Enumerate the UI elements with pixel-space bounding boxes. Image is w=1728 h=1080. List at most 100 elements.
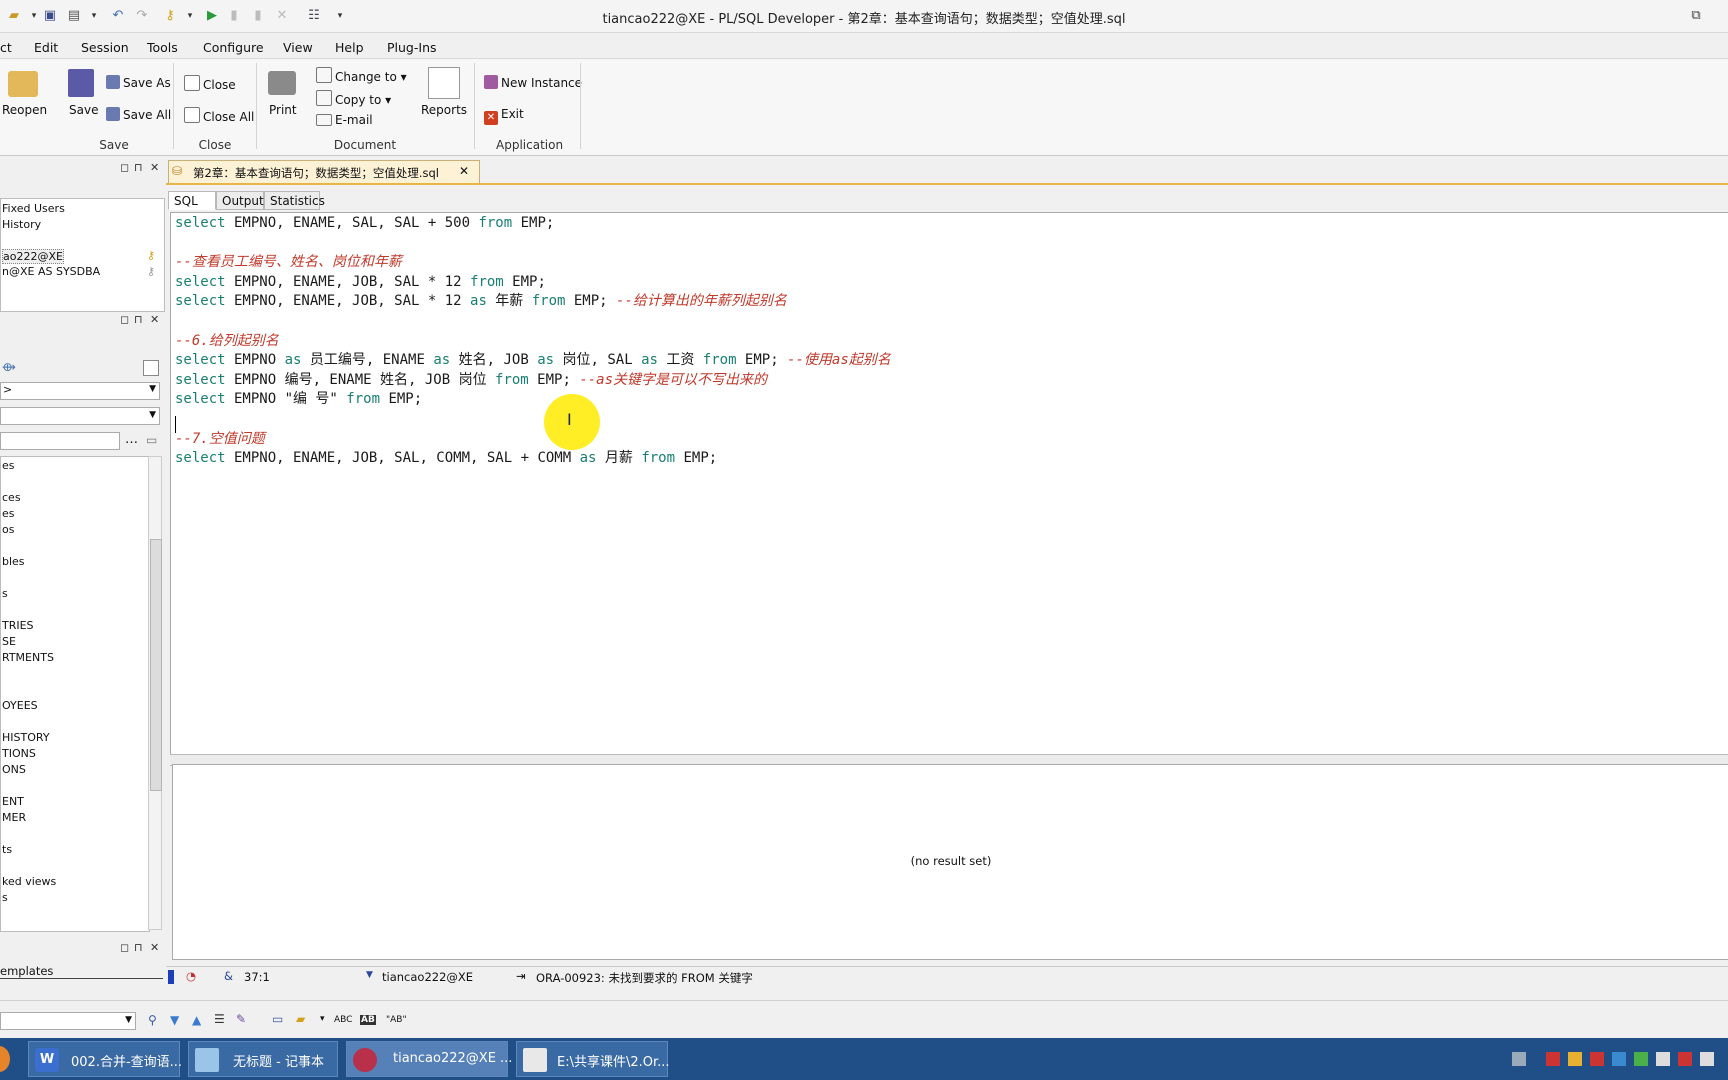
tree-item[interactable]: ONS [2,763,26,776]
tree-item[interactable]: MER [2,811,26,824]
save-as-button[interactable]: Save As [106,75,171,90]
menu-help[interactable]: Help [335,40,364,55]
close-icon[interactable]: ✕ [150,941,159,954]
filter-checkbox[interactable] [143,360,159,376]
change-to-button[interactable]: Change to ▾ [316,67,407,84]
close-icon[interactable]: ✕ [459,164,469,178]
tree-item[interactable]: s [2,587,8,600]
tree-item[interactable]: ENT [2,795,24,808]
float-icon[interactable]: ◻ [120,161,129,174]
new-object-icon[interactable]: ▭ [146,433,157,447]
highlight-icon[interactable]: ✎ [236,1012,246,1026]
email-button[interactable]: E-mail [316,113,373,127]
browser-folder-icon[interactable]: ⟴ [2,360,16,374]
browser-find-input[interactable] [0,432,120,450]
volume-icon[interactable] [1700,1052,1714,1066]
close-button[interactable]: Close [184,75,236,92]
menu-view[interactable]: View [283,40,313,55]
ampersand-icon: & [224,969,233,983]
browser-select-1[interactable]: > ▼ [0,382,160,400]
print-button[interactable]: Print [269,103,297,117]
browser-select-2[interactable]: ▼ [0,407,160,425]
status-connection[interactable]: tiancao222@XE [382,970,473,984]
browser-scrollbar[interactable] [148,456,162,930]
document-tab[interactable]: ⛁ 第2章：基本查询语句；数据类型；空值处理.sql ✕ [168,160,480,183]
close-icon[interactable]: ✕ [150,313,159,326]
tree-item[interactable]: os [2,523,14,536]
tree-item[interactable]: SE [2,635,16,648]
tree-item[interactable]: RTMENTS [2,651,54,664]
list-item[interactable]: n@XE AS SYSDBA [2,265,100,278]
sql-editor[interactable]: select EMPNO, ENAME, SAL, SAL + 500 from… [170,212,1728,756]
tray-app-icon[interactable] [1546,1052,1560,1066]
keyboard-icon[interactable] [1512,1052,1526,1066]
exit-button[interactable]: ✕ Exit [484,107,524,125]
tree-item[interactable]: ces [2,491,21,504]
reports-button[interactable]: Reports [421,103,467,117]
tree-item[interactable]: ts [2,843,12,856]
float-icon[interactable]: ◻ [120,313,129,326]
tray-app-icon[interactable] [1634,1052,1648,1066]
float-icon[interactable]: ◻ [120,941,129,954]
tree-item[interactable]: TIONS [2,747,36,760]
refresh-icon[interactable]: ◔ [186,969,196,983]
tab-statistics[interactable]: Statistics [264,191,325,210]
task-plsql[interactable]: tiancao222@XE ... [346,1041,512,1077]
pin-icon[interactable]: ⊓ [134,313,143,326]
menu-edit[interactable]: Edit [34,40,58,55]
list-item[interactable]: ao222@XE [2,249,64,264]
templates-tab[interactable]: emplates [0,964,163,979]
copy-to-button[interactable]: Copy to ▾ [316,90,391,107]
tray-app-icon[interactable] [1612,1052,1626,1066]
menu-project[interactable]: ct [0,40,12,55]
menu-plugins[interactable]: Plug-Ins [387,40,437,55]
tree-item[interactable]: TRIES [2,619,34,632]
find-previous-icon[interactable]: ▲ [192,1013,201,1027]
close-all-button[interactable]: Close All [184,107,254,124]
tree-item[interactable]: OYEES [2,699,38,712]
tree-item[interactable]: ked views [2,875,56,888]
menu-tools[interactable]: Tools [147,40,178,55]
whole-word-button[interactable]: AB [360,1015,376,1025]
match-case-button[interactable]: ABC [334,1015,352,1025]
task-explorer[interactable]: E:\共享课件\2.Or... [516,1041,670,1077]
pin-icon[interactable]: ⊓ [134,941,143,954]
folder-icon[interactable]: ▰ [296,1012,305,1026]
tree-item[interactable]: es [2,459,15,472]
restore-icon[interactable]: ⧉ [1688,8,1704,24]
tray-app-icon[interactable] [1590,1052,1604,1066]
tree-item[interactable]: es [2,507,15,520]
save-all-button[interactable]: Save All [106,107,171,122]
menu-session[interactable]: Session [81,40,129,55]
tray-app-icon[interactable] [1568,1052,1582,1066]
list-item[interactable]: History [2,218,41,231]
binoculars-icon[interactable]: ⚲ [148,1013,157,1027]
tab-sql[interactable]: SQL [168,191,216,210]
window-icon[interactable]: ▭ [272,1012,283,1026]
task-notepad[interactable]: 无标题 - 记事本 [188,1041,338,1077]
task-wps[interactable]: W 002.合并-查询语... [28,1041,182,1077]
list-item[interactable]: Fixed Users [2,202,65,215]
tray-app-icon[interactable] [1656,1052,1670,1066]
regex-button[interactable]: "AB" [386,1015,407,1025]
tree-item[interactable]: bles [2,555,25,568]
pin-icon[interactable]: ⊓ [134,161,143,174]
start-button[interactable] [0,1046,10,1072]
chevron-down-icon[interactable]: ▾ [320,1014,325,1024]
chevron-down-icon[interactable]: ▼ [366,970,373,980]
more-icon[interactable]: … [125,432,138,447]
save-button[interactable]: Save [69,103,98,117]
result-grid[interactable]: (no result set) [172,764,1728,960]
new-instance-button[interactable]: New Instance [484,75,582,90]
close-icon[interactable]: ✕ [150,161,159,174]
menu-configure[interactable]: Configure [203,40,264,55]
find-input[interactable]: ▼ [0,1012,136,1030]
scrollbar-thumb[interactable] [150,539,162,791]
reopen-button[interactable]: Reopen [2,103,47,117]
list-icon[interactable]: ☰ [214,1012,225,1026]
tab-output[interactable]: Output [216,191,264,210]
tray-app-icon[interactable] [1678,1052,1692,1066]
find-next-icon[interactable]: ▼ [170,1013,179,1027]
tree-item[interactable]: s [2,891,8,904]
tree-item[interactable]: HISTORY [2,731,50,744]
